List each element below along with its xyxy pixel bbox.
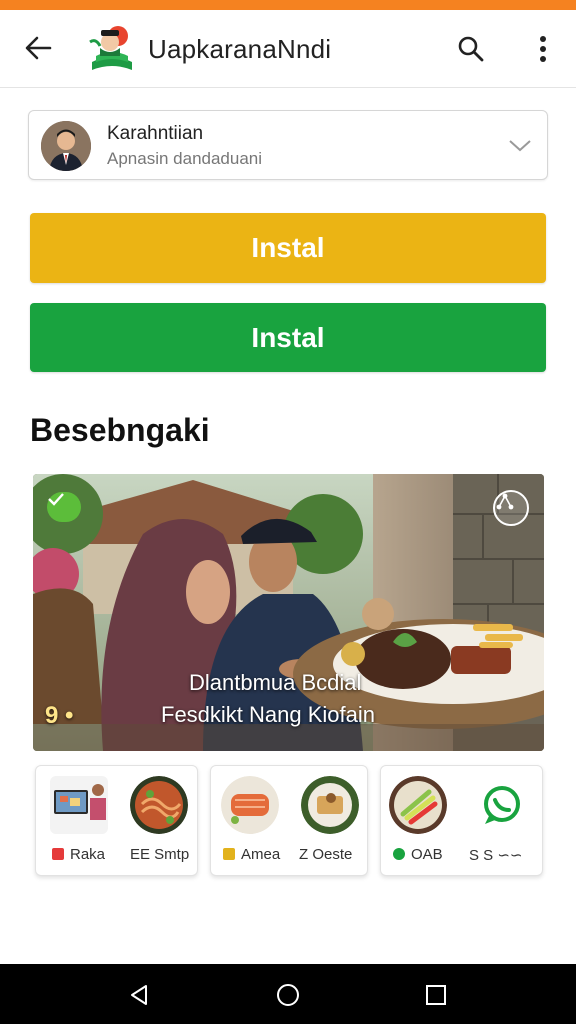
tile-right-label: EE Smtp xyxy=(130,846,190,863)
back-arrow-icon xyxy=(25,36,52,60)
featured-banner[interactable]: Dlantbmua Bcdial Fesdkikt Nang Kiofain 9… xyxy=(33,474,544,751)
nav-back-icon xyxy=(131,985,147,1005)
account-selector[interactable]: Karahntiian Apnasin dandaduani xyxy=(28,110,548,180)
tile-badge-icon xyxy=(393,848,405,860)
noodle-thumbnail xyxy=(130,776,188,834)
search-icon xyxy=(458,36,484,62)
tile-left-label: Amea xyxy=(241,846,281,863)
dish-thumbnail xyxy=(301,776,359,834)
whatsapp-icon xyxy=(473,776,531,834)
vegetable-thumbnail xyxy=(389,776,447,834)
nav-recents-icon xyxy=(426,985,446,1005)
status-stripe xyxy=(0,0,576,10)
feature-caption-line2: Fesdkikt Nang Kiofain xyxy=(161,702,375,727)
system-nav-bar xyxy=(0,964,576,1024)
share-circle-icon[interactable] xyxy=(493,490,529,526)
nav-recents-button[interactable] xyxy=(421,980,451,1010)
app-logo xyxy=(86,22,138,76)
account-subtitle: Apnasin dandaduani xyxy=(107,149,263,168)
tile-left-label: OAB xyxy=(411,846,443,863)
install-button-yellow[interactable]: Instal xyxy=(30,213,546,283)
tile-left-label: Raka xyxy=(70,846,106,863)
feature-badge: 9 • xyxy=(45,702,74,729)
feature-caption-line1: Dlantbmua Bcdial xyxy=(189,670,362,695)
install-button-green[interactable]: Instal xyxy=(30,303,546,372)
tv-thumbnail xyxy=(50,776,108,834)
category-tile[interactable]: Amea Z Oeste xyxy=(210,765,368,876)
search-button[interactable] xyxy=(452,30,490,68)
nav-home-icon xyxy=(277,984,299,1006)
tile-right-label: Z Oeste xyxy=(299,846,353,863)
tile-tag-icon xyxy=(52,848,64,860)
nav-home-button[interactable] xyxy=(273,980,303,1010)
app-bar: UapkaranaNndi xyxy=(0,10,576,88)
category-tile[interactable]: OAB S S ∽∽ xyxy=(380,765,543,876)
salmon-thumbnail xyxy=(221,776,279,834)
account-name: Karahntiian xyxy=(107,123,204,144)
avatar xyxy=(41,121,91,171)
tile-right-label: S S ∽∽ xyxy=(469,847,523,864)
app-title: UapkaranaNndi xyxy=(148,34,332,64)
back-button[interactable] xyxy=(18,30,58,66)
category-tile[interactable]: Raka EE Smtp xyxy=(35,765,198,876)
more-vert-icon xyxy=(540,36,546,62)
more-options-button[interactable] xyxy=(526,30,560,68)
nav-back-button[interactable] xyxy=(124,980,154,1010)
tile-thumb-icon xyxy=(223,848,235,860)
section-title: Besebngaki xyxy=(30,412,210,448)
chevron-down-icon xyxy=(505,131,535,161)
check-badge-icon xyxy=(47,492,81,522)
